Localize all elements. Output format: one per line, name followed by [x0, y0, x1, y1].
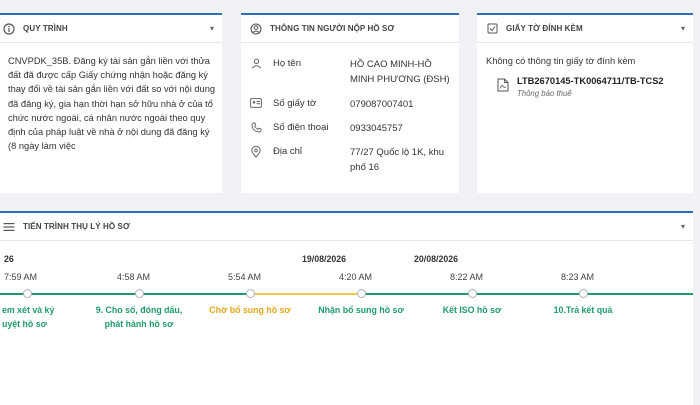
timeline-step-time: 4:20 AM: [339, 272, 373, 282]
applicant-card-header[interactable]: THÔNG TIN NGƯỜI NỘP HỒ SƠ: [241, 15, 459, 43]
applicant-card: THÔNG TIN NGƯỜI NỘP HỒ SƠ Họ tên HỒ CAO …: [241, 13, 459, 193]
attachments-card: GIẤY TỜ ĐÍNH KÈM ▾ Không có thông tin gi…: [477, 13, 693, 193]
name-value: HỒ CAO MINH-HỒ MINH PHƯƠNG (ĐSH): [350, 59, 450, 85]
timeline-date: 20/08/2026: [414, 254, 459, 264]
user-icon: [249, 58, 263, 87]
id-label: Số giấy tờ: [273, 98, 317, 109]
address-value: 77/27 Quốc lộ 1K, khu phố 16: [350, 147, 445, 173]
list-icon: [2, 220, 16, 234]
chevron-down-icon[interactable]: ▾: [681, 24, 685, 33]
timeline-step-time: 4:58 AM: [117, 272, 151, 282]
attachment-item[interactable]: LTB2670145-TK0064711/TB-TCS2 Thông báo t…: [497, 76, 664, 98]
timeline-step-time: 7:59 AM: [4, 272, 38, 282]
phone-value: 0933045757: [350, 123, 403, 134]
timeline-step-dot[interactable]: [22, 289, 32, 298]
chevron-down-icon[interactable]: ▾: [681, 222, 685, 231]
info-icon: [2, 22, 16, 36]
timeline-step-label: Kết ISO hồ sơ: [442, 305, 502, 315]
timeline-step-time: 8:22 AM: [450, 272, 484, 282]
applicant-phone-row: Số điện thoại 0933045757: [249, 122, 452, 137]
id-card-icon: [249, 98, 263, 113]
attachment-type: Thông báo thuế: [517, 89, 572, 98]
progress-card-header[interactable]: TIẾN TRÌNH THỤ LÝ HỒ SƠ ▾: [0, 213, 693, 241]
timeline-step-dot[interactable]: [467, 289, 477, 298]
applicant-name-row: Họ tên HỒ CAO MINH-HỒ MINH PHƯƠNG (ĐSH): [249, 58, 452, 87]
applicant-id-row: Số giấy tờ 079087007401: [249, 98, 452, 113]
address-label: Địa chỉ: [273, 146, 303, 157]
timeline-date: 26: [4, 254, 14, 264]
timeline-step-dot[interactable]: [356, 289, 366, 298]
attachment-icon: [485, 22, 499, 36]
name-label: Họ tên: [273, 58, 301, 69]
timeline-step-dot[interactable]: [134, 289, 144, 298]
timeline-step-dot[interactable]: [245, 289, 255, 298]
timeline-step-time: 8:23 AM: [561, 272, 595, 282]
attachment-name[interactable]: LTB2670145-TK0064711/TB-TCS2: [517, 76, 664, 86]
attachments-card-title: GIẤY TỜ ĐÍNH KÈM: [506, 24, 583, 33]
progress-card-title: TIẾN TRÌNH THỤ LÝ HỒ SƠ: [23, 222, 130, 231]
chevron-down-icon[interactable]: ▾: [210, 24, 214, 33]
attachments-card-header[interactable]: GIẤY TỜ ĐÍNH KÈM ▾: [477, 15, 693, 43]
process-card: QUY TRÌNH ▾ CNVPDK_35B. Đăng ký tài sản …: [0, 13, 222, 193]
phone-label: Số điện thoại: [273, 122, 329, 133]
process-card-title: QUY TRÌNH: [23, 24, 68, 33]
process-card-header[interactable]: QUY TRÌNH ▾: [0, 15, 222, 43]
timeline-line-pending: [250, 293, 361, 295]
timeline-step-time: 5:54 AM: [228, 272, 262, 282]
timeline-step-label: 10.Trả kết quả: [553, 305, 613, 315]
timeline-line-done: [361, 293, 693, 295]
applicant-card-title: THÔNG TIN NGƯỜI NỘP HỒ SƠ: [270, 24, 395, 33]
location-pin-icon: [249, 146, 263, 175]
pdf-file-icon: [497, 78, 509, 98]
timeline-date: 19/08/2026: [302, 254, 347, 264]
user-circle-icon: [249, 22, 263, 36]
timeline-step-label: Nhận bổ sung hồ sơ: [318, 305, 404, 315]
timeline-step-label: 9. Cho số, đóng dấu, phát hành hồ sơ: [95, 305, 183, 329]
timeline-step-label: Chờ bổ sung hồ sơ: [209, 305, 291, 315]
timeline-step-dot[interactable]: [578, 289, 588, 298]
phone-icon: [249, 122, 263, 137]
timeline-line-done: [0, 293, 250, 295]
process-description: CNVPDK_35B. Đăng ký tài sản gắn liền với…: [8, 56, 216, 152]
attachments-empty-text: Không có thông tin giấy tờ đính kèm: [486, 56, 636, 66]
applicant-address-row: Địa chỉ 77/27 Quốc lộ 1K, khu phố 16: [249, 146, 452, 175]
id-value: 079087007401: [350, 99, 414, 110]
